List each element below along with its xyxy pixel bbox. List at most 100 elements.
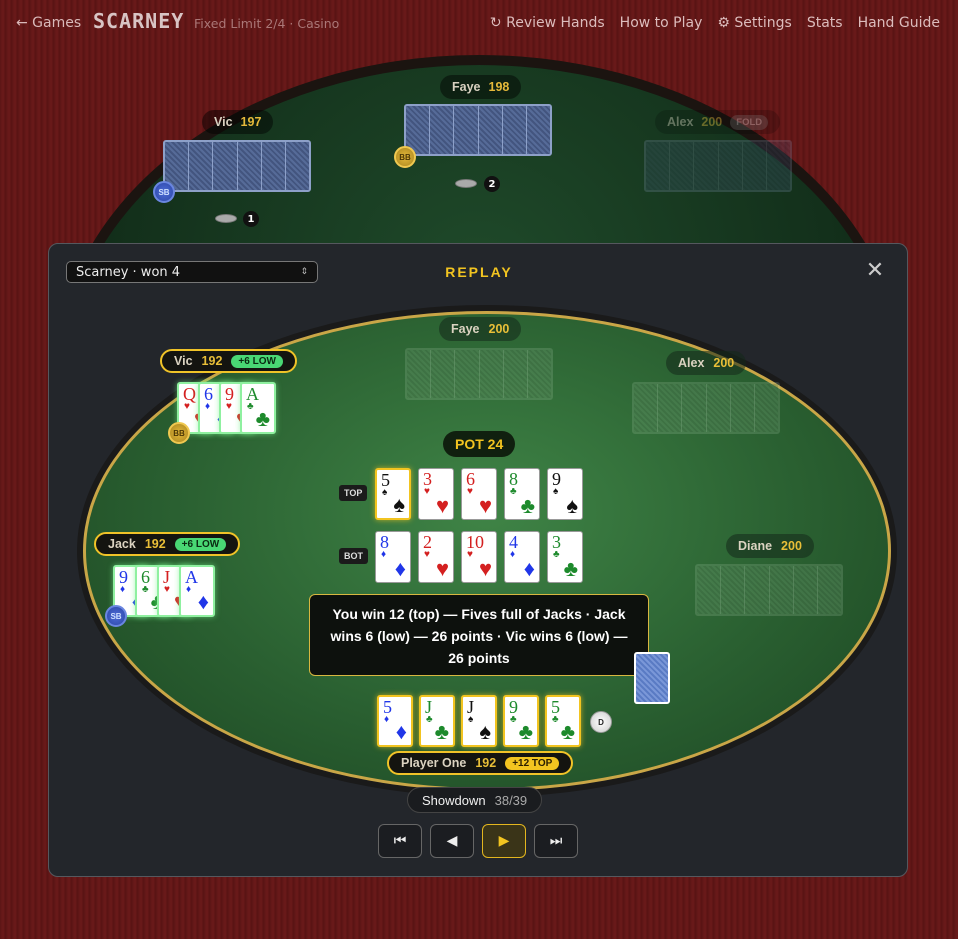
card-suit-small: ♦	[384, 714, 390, 725]
card-suit-icon: ♠	[393, 492, 405, 517]
bottom-card: 3 ♣ ♣	[547, 531, 583, 583]
previous-icon: ◀	[446, 833, 458, 849]
result-message: You win 12 (top) — Fives full of Jacks ·…	[309, 594, 649, 676]
bg-faye-cards	[404, 104, 552, 156]
card-suit-small: ♣	[510, 486, 517, 497]
card-suit-small: ♥	[164, 584, 170, 595]
review-hands-link[interactable]: ↻ Review Hands	[490, 15, 605, 31]
skip-end-icon: ⏭	[549, 833, 563, 849]
player-name: Alex	[667, 115, 694, 129]
card-suit-icon: ♥	[435, 556, 449, 581]
card-suit-icon: ♣	[563, 556, 578, 581]
card-suit-small: ♦	[381, 549, 387, 560]
bg-alex-cards	[644, 140, 792, 192]
bet-chip	[455, 179, 477, 188]
hero-card: 5 ♦ ♦	[377, 695, 413, 747]
bg-seat-faye: Faye 198	[440, 75, 522, 99]
player-name: Faye	[452, 80, 481, 94]
pot-badge: POT 24	[443, 431, 516, 457]
hero-card: 9 ♣ ♣	[503, 695, 539, 747]
jack-card: A ♦ ♦	[179, 565, 215, 617]
card-suit-icon: ♦	[197, 589, 209, 614]
nav-links: ↻ Review Hands How to Play ⚙ Settings St…	[490, 15, 940, 31]
player-stack: 198	[488, 80, 510, 94]
card-suit-icon: ♣	[518, 719, 533, 744]
bet-chip	[215, 214, 237, 223]
settings-link[interactable]: ⚙ Settings	[717, 15, 791, 31]
top-card: 3 ♥ ♥	[418, 468, 454, 520]
seat-faye: Faye 200	[439, 317, 522, 341]
top-card: 9 ♠ ♠	[547, 468, 583, 520]
step-status: Showdown 38/39	[407, 787, 543, 813]
win-delta-badge: +6 LOW	[174, 537, 227, 551]
play-icon: ▶	[498, 833, 510, 849]
first-step-button[interactable]: ⏮	[378, 824, 422, 858]
small-blind-chip: SB	[153, 181, 175, 203]
win-delta-badge: +6 LOW	[231, 354, 283, 368]
player-name: Jack	[108, 537, 136, 551]
alex-folded-cards	[632, 382, 780, 434]
play-button[interactable]: ▶	[482, 824, 526, 858]
fold-badge: FOLD	[730, 114, 769, 130]
card-suit-small: ♥	[424, 486, 430, 497]
card-suit-small: ♣	[510, 714, 517, 725]
back-to-games-link[interactable]: ← Games	[16, 15, 81, 31]
bottom-row-label: BOT	[339, 548, 368, 564]
hero-card: J ♠ ♠	[461, 695, 497, 747]
seat-alex: Alex 200	[666, 351, 747, 375]
player-name: Alex	[678, 356, 705, 370]
player-stack: 200	[488, 322, 510, 336]
card-suit-small: ♠	[468, 714, 474, 725]
card-suit-small: ♦	[120, 584, 126, 595]
diane-folded-cards	[695, 564, 843, 616]
stats-link[interactable]: Stats	[807, 15, 843, 31]
card-suit-icon: ♠	[566, 493, 578, 518]
bottom-card: 10 ♥ ♥	[461, 531, 497, 583]
card-suit-small: ♣	[552, 714, 559, 725]
hero-card: 5 ♣ ♣	[545, 695, 581, 747]
card-suit-small: ♥	[467, 549, 473, 560]
hero-card: J ♣ ♣	[419, 695, 455, 747]
card-suit-icon: ♥	[435, 493, 449, 518]
card-suit-small: ♣	[142, 584, 149, 595]
card-suit-small: ♠	[382, 487, 388, 498]
player-name: Vic	[174, 354, 193, 368]
card-suit-icon: ♦	[523, 556, 535, 581]
bottom-card: 2 ♥ ♥	[418, 531, 454, 583]
card-suit-small: ♥	[424, 549, 430, 560]
player-stack: 192	[475, 756, 497, 770]
bg-seat-alex: Alex 200 FOLD	[655, 110, 781, 134]
player-stack: 200	[713, 356, 735, 370]
card-suit-icon: ♦	[394, 556, 406, 581]
player-stack: 200	[701, 115, 723, 129]
top-row-label: TOP	[339, 485, 368, 501]
big-blind-chip: BB	[394, 146, 416, 168]
card-suit-icon: ♣	[520, 493, 535, 518]
replay-title: REPLAY	[445, 264, 513, 280]
previous-step-button[interactable]: ◀	[430, 824, 474, 858]
brand-title: SCARNEY	[93, 9, 185, 33]
card-suit-small: ♣	[247, 401, 254, 412]
dealer-button: D	[590, 711, 612, 733]
player-name: Diane	[738, 539, 773, 553]
how-to-play-link[interactable]: How to Play	[620, 15, 703, 31]
bg-seat-vic: Vic 197	[202, 110, 274, 134]
card-suit-small: ♥	[467, 486, 473, 497]
seat-diane: Diane 200	[726, 534, 814, 558]
bet-count: 2	[484, 176, 500, 192]
card-suit-icon: ♣	[560, 719, 575, 744]
close-icon[interactable]: ✕	[864, 260, 886, 282]
player-name: Vic	[214, 115, 233, 129]
seat-jack: Jack 192 +6 LOW	[94, 532, 241, 556]
card-suit-icon: ♠	[479, 719, 491, 744]
bottom-card: 4 ♦ ♦	[504, 531, 540, 583]
bg-vic-cards	[163, 140, 311, 192]
top-card: 6 ♥ ♥	[461, 468, 497, 520]
step-counter: 38/39	[494, 792, 528, 808]
hand-guide-link[interactable]: Hand Guide	[858, 15, 940, 31]
faye-folded-cards	[405, 348, 553, 400]
big-blind-chip: BB	[168, 422, 190, 444]
last-step-button[interactable]: ⏭	[534, 824, 578, 858]
top-card: 8 ♣ ♣	[504, 468, 540, 520]
win-delta-badge: +12 TOP	[505, 756, 560, 770]
